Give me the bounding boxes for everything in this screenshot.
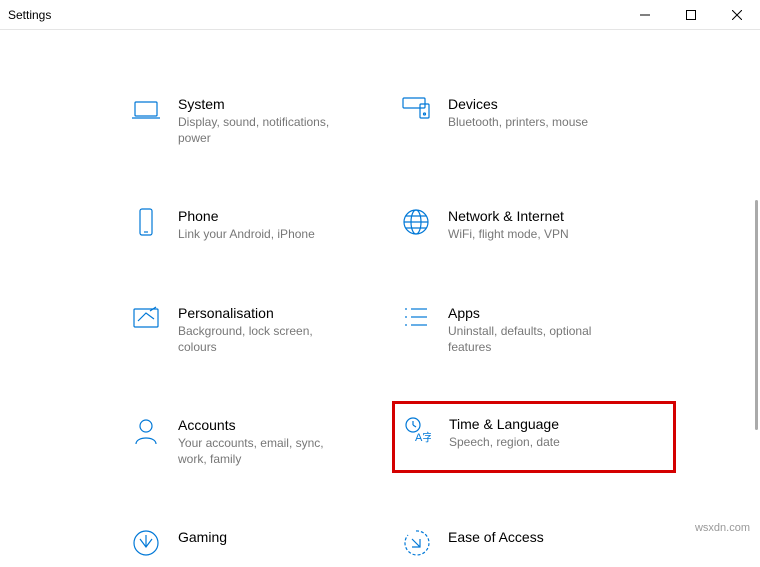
category-desc: Uninstall, defaults, optional features (448, 323, 618, 355)
minimize-icon (640, 10, 650, 20)
minimize-button[interactable] (622, 0, 668, 30)
category-gaming[interactable]: Gaming (130, 523, 390, 567)
system-icon (130, 96, 162, 128)
category-title: Gaming (178, 529, 227, 545)
maximize-button[interactable] (668, 0, 714, 30)
accounts-icon (130, 417, 162, 449)
category-ease-of-access[interactable]: Ease of Access (400, 523, 660, 567)
category-title: Phone (178, 208, 315, 224)
titlebar: Settings (0, 0, 760, 30)
close-button[interactable] (714, 0, 760, 30)
category-time-language[interactable]: A字 Time & Language Speech, region, date (392, 401, 676, 473)
category-title: System (178, 96, 348, 112)
close-icon (732, 10, 742, 20)
category-grid: System Display, sound, notifications, po… (130, 90, 760, 567)
category-desc: Bluetooth, printers, mouse (448, 114, 588, 130)
devices-icon (400, 96, 432, 128)
personalisation-icon (130, 305, 162, 337)
time-language-icon: A字 (401, 416, 433, 448)
category-desc: Speech, region, date (449, 434, 560, 450)
gaming-icon (130, 529, 162, 561)
svg-text:A字: A字 (415, 430, 431, 444)
category-title: Personalisation (178, 305, 348, 321)
category-title: Devices (448, 96, 588, 112)
phone-icon (130, 208, 162, 240)
settings-content: System Display, sound, notifications, po… (0, 30, 760, 538)
category-title: Apps (448, 305, 618, 321)
globe-icon (400, 208, 432, 240)
category-devices[interactable]: Devices Bluetooth, printers, mouse (400, 90, 660, 152)
apps-icon (400, 305, 432, 337)
maximize-icon (686, 10, 696, 20)
category-accounts[interactable]: Accounts Your accounts, email, sync, wor… (130, 411, 390, 473)
category-apps[interactable]: Apps Uninstall, defaults, optional featu… (400, 299, 660, 361)
category-title: Ease of Access (448, 529, 544, 545)
category-system[interactable]: System Display, sound, notifications, po… (130, 90, 390, 152)
category-title: Accounts (178, 417, 348, 433)
category-desc: Background, lock screen, colours (178, 323, 348, 355)
category-title: Network & Internet (448, 208, 569, 224)
window-controls (622, 0, 760, 30)
category-desc: Your accounts, email, sync, work, family (178, 435, 348, 467)
category-desc: Link your Android, iPhone (178, 226, 315, 242)
category-desc: Display, sound, notifications, power (178, 114, 348, 146)
category-title: Time & Language (449, 416, 560, 432)
window-title: Settings (8, 8, 622, 22)
scrollbar[interactable] (755, 200, 758, 430)
ease-of-access-icon (400, 529, 432, 561)
category-desc: WiFi, flight mode, VPN (448, 226, 569, 242)
category-network[interactable]: Network & Internet WiFi, flight mode, VP… (400, 202, 660, 248)
category-personalisation[interactable]: Personalisation Background, lock screen,… (130, 299, 390, 361)
category-phone[interactable]: Phone Link your Android, iPhone (130, 202, 390, 248)
footer-watermark: wsxdn.com (695, 522, 750, 534)
